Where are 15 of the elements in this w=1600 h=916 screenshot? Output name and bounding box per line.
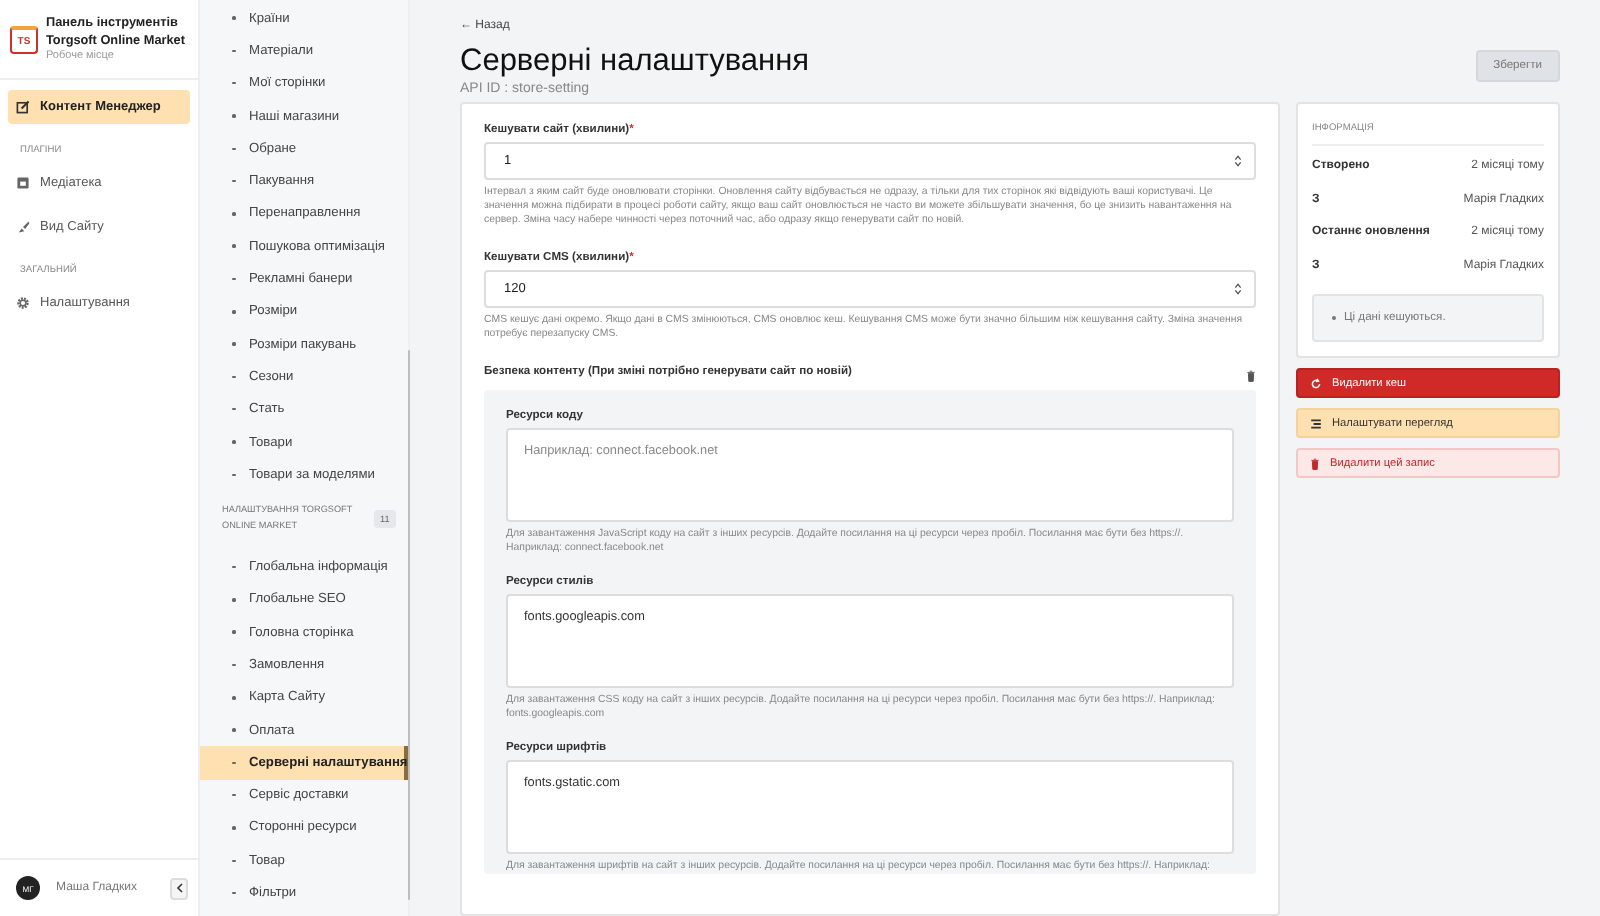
- settings-icon: [16, 296, 30, 310]
- list-icon: [1310, 417, 1322, 429]
- collapse-button[interactable]: [170, 877, 188, 899]
- trash-icon: [1310, 457, 1320, 469]
- chevron-left-icon: [175, 882, 183, 894]
- spinner-icon: [1234, 282, 1242, 296]
- scrollbar-thumb[interactable]: [407, 350, 408, 900]
- trash-icon[interactable]: [1246, 369, 1256, 381]
- image-icon: [16, 176, 30, 190]
- refresh-icon: [1310, 377, 1322, 389]
- edit-icon: [16, 100, 30, 114]
- spinner-icon: [1234, 154, 1242, 168]
- scrollbar[interactable]: [407, 0, 408, 916]
- page-title: Серверні налаштування: [460, 44, 810, 80]
- brush-icon: [16, 220, 30, 234]
